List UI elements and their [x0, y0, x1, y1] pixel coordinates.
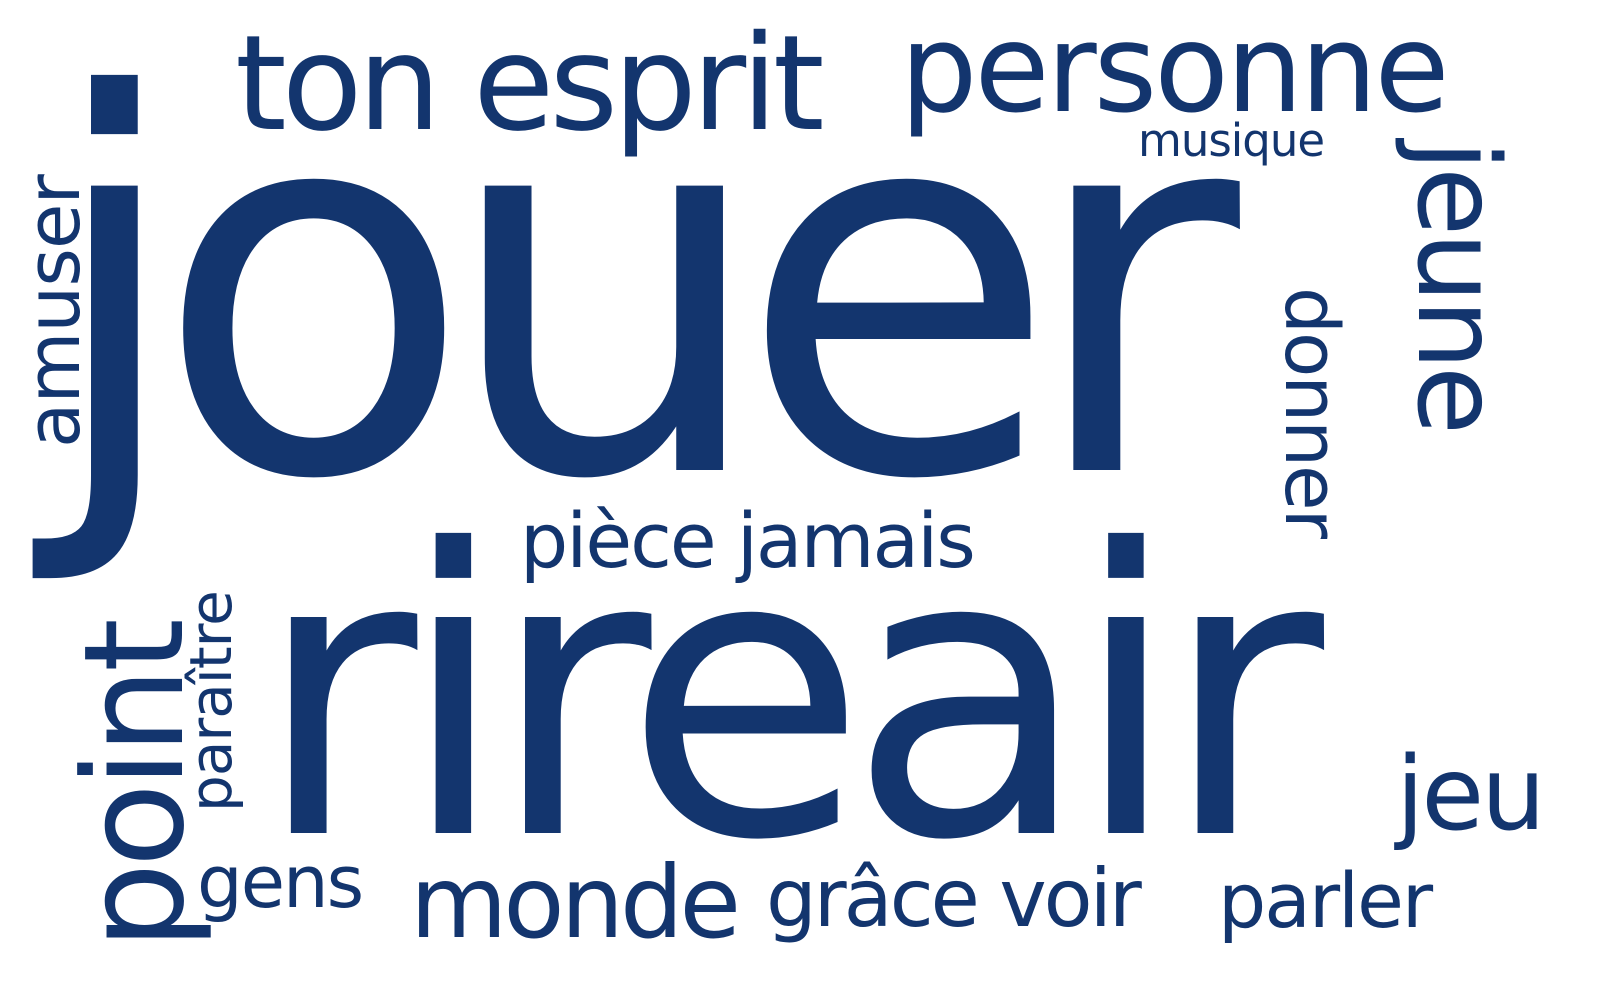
word-amuser: amuser [11, 175, 97, 448]
word-paraitre: paraître [177, 591, 245, 812]
word-jeune: jeune [1392, 140, 1522, 431]
word-donner: donner [1268, 287, 1354, 537]
word-jeu: jeu [1396, 735, 1546, 854]
word-cloud: jouer rireair ton esprit personne musiqu… [0, 0, 1600, 1000]
word-parler: parler [1218, 856, 1433, 945]
word-piece-jamais: pièce jamais [520, 496, 976, 585]
word-gens: gens [197, 840, 364, 924]
word-musique: musique [1138, 114, 1325, 167]
word-ton-esprit: ton esprit [235, 7, 825, 161]
word-monde: monde [410, 844, 741, 961]
word-grace-voir: grâce voir [766, 852, 1142, 945]
word-personne: personne [900, 0, 1450, 140]
